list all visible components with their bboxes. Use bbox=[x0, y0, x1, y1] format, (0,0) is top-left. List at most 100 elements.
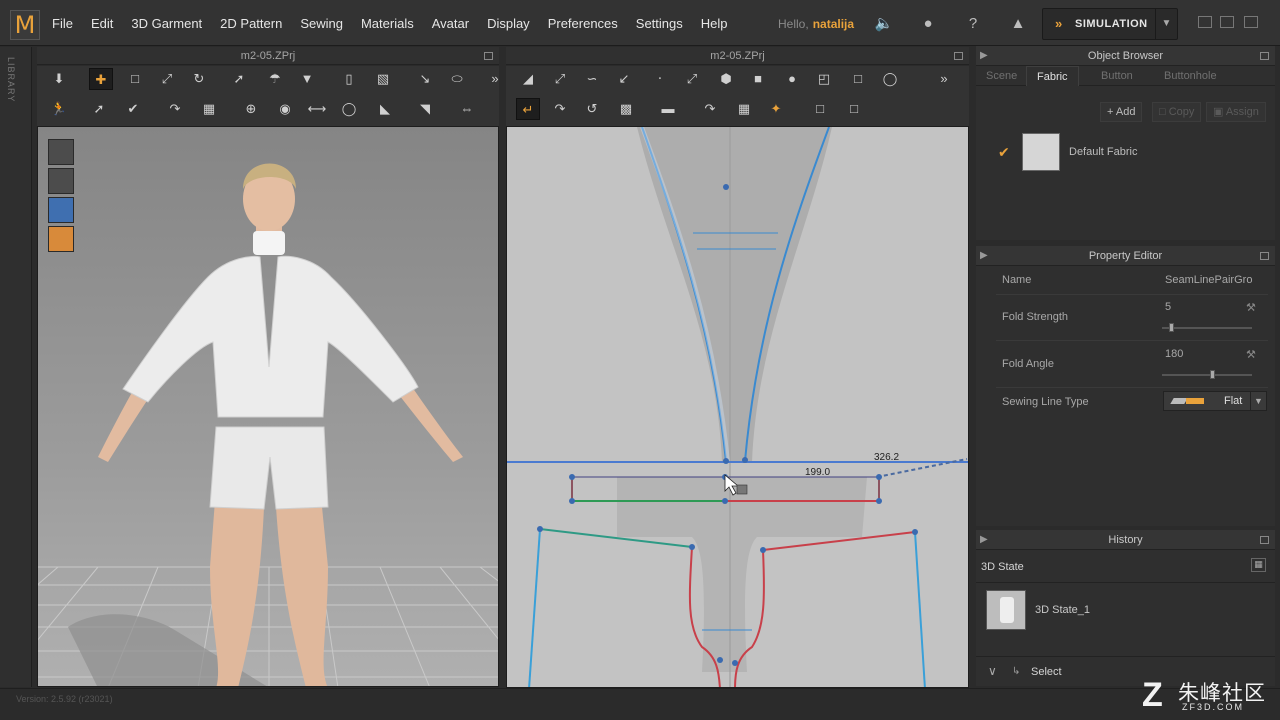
panel-pin-icon[interactable]: ▶ bbox=[980, 46, 988, 66]
user-account-icon[interactable]: ● bbox=[918, 14, 938, 34]
more-tools-icon[interactable]: » bbox=[483, 68, 507, 90]
pin-icon[interactable]: ▼ bbox=[295, 68, 319, 90]
assign-fabric-button[interactable]: ▣ Assign bbox=[1206, 102, 1266, 122]
internal-circle-icon[interactable]: ◯ bbox=[878, 68, 902, 90]
sewing-line-type-select[interactable]: Flat ▼ bbox=[1163, 391, 1267, 411]
fold-angle-slider-handle[interactable] bbox=[1209, 370, 1215, 379]
fold-icon[interactable]: ☂ bbox=[263, 68, 287, 90]
edit-sewing-icon[interactable]: ↺ bbox=[580, 98, 604, 120]
curve-icon[interactable]: ‧ bbox=[648, 68, 672, 90]
zipper-icon[interactable]: ⟷ bbox=[305, 98, 329, 120]
menu-edit[interactable]: Edit bbox=[91, 16, 113, 31]
restore-panel-icon[interactable] bbox=[1260, 252, 1269, 260]
tab-scene[interactable]: Scene bbox=[976, 66, 1027, 86]
fold-strength-slider-handle[interactable] bbox=[1169, 323, 1174, 332]
transform-icon[interactable]: ⤢ bbox=[155, 68, 179, 90]
tape-icon[interactable]: ◣ bbox=[373, 98, 397, 120]
simulation-dropdown-icon[interactable]: ▼ bbox=[1155, 9, 1177, 39]
buttonhole-icon[interactable]: ◯ bbox=[337, 98, 361, 120]
close-window-button[interactable] bbox=[1244, 16, 1258, 28]
history-thumbnail[interactable] bbox=[986, 590, 1026, 630]
add-fabric-button[interactable]: + Add bbox=[1100, 102, 1143, 122]
shirt-icon[interactable]: ▧ bbox=[371, 68, 395, 90]
fabric-name[interactable]: Default Fabric bbox=[1069, 146, 1137, 158]
restore-panel-icon[interactable] bbox=[1260, 536, 1269, 544]
shorts-seam-left-side[interactable] bbox=[528, 528, 541, 688]
zoom-fit-icon[interactable]: □ bbox=[842, 98, 866, 120]
shorts-seam-right-side[interactable] bbox=[914, 531, 926, 688]
viewport-2d[interactable]: 326.2 199.0 bbox=[506, 126, 969, 688]
cut-icon[interactable]: ⤢ bbox=[680, 68, 704, 90]
draw-line-icon[interactable]: ➚ bbox=[227, 68, 251, 90]
maximize-window-button[interactable] bbox=[1220, 16, 1234, 28]
garment-icon[interactable]: ▯ bbox=[337, 68, 361, 90]
viewport-3d-scene[interactable] bbox=[38, 127, 499, 687]
tack-icon[interactable]: ↘ bbox=[413, 68, 437, 90]
user-name[interactable]: natalija bbox=[813, 17, 854, 31]
add-point-icon[interactable]: ⊕ bbox=[239, 98, 263, 120]
avatar-skin-icon[interactable] bbox=[48, 226, 74, 252]
tab-buttonhole[interactable]: Buttonhole bbox=[1154, 66, 1227, 86]
loop-icon[interactable]: ⬭ bbox=[445, 68, 469, 90]
edit-curve-icon[interactable]: ➚ bbox=[87, 98, 111, 120]
edit-point-icon[interactable]: ⤢ bbox=[548, 68, 572, 90]
menu-materials[interactable]: Materials bbox=[361, 16, 414, 31]
add-curve-point-icon[interactable]: ↙ bbox=[612, 68, 636, 90]
panel-pin-icon[interactable]: ▶ bbox=[980, 246, 988, 266]
pattern-canvas[interactable]: 326.2 199.0 bbox=[507, 127, 969, 688]
free-sewing-icon[interactable]: ↷ bbox=[548, 98, 572, 120]
rotate-icon[interactable]: ↻ bbox=[187, 68, 211, 90]
minimize-window-button[interactable] bbox=[1198, 16, 1212, 28]
circle-icon[interactable]: ● bbox=[780, 68, 804, 90]
internal-rectangle-icon[interactable]: □ bbox=[846, 68, 870, 90]
menu-avatar[interactable]: Avatar bbox=[432, 16, 469, 31]
menu-file[interactable]: File bbox=[52, 16, 73, 31]
fold-strength-value[interactable]: 5 bbox=[1165, 301, 1171, 313]
tape-2d-icon[interactable]: ▬ bbox=[656, 98, 680, 120]
pin-2d-icon[interactable]: ✦ bbox=[764, 98, 788, 120]
menu-2d-pattern[interactable]: 2D Pattern bbox=[220, 16, 282, 31]
name-value[interactable]: SeamLinePairGro bbox=[1165, 274, 1252, 286]
menu-help[interactable]: Help bbox=[701, 16, 728, 31]
align-icon[interactable]: ⇔ bbox=[455, 98, 479, 120]
rectangle-icon[interactable]: ■ bbox=[746, 68, 770, 90]
collapse-chevron-icon[interactable]: ∨ bbox=[988, 664, 997, 678]
help-icon[interactable]: ? bbox=[963, 14, 983, 34]
restore-window-icon[interactable] bbox=[484, 52, 493, 60]
polygon-icon[interactable]: ⬢ bbox=[714, 68, 738, 90]
garment-settings-icon[interactable]: ▲ bbox=[1008, 14, 1028, 34]
box-select-icon[interactable]: □ bbox=[123, 68, 147, 90]
select-move-icon[interactable]: ✚ bbox=[89, 68, 113, 90]
menu-sewing[interactable]: Sewing bbox=[300, 16, 343, 31]
zoom-select-icon[interactable]: □ bbox=[808, 98, 832, 120]
check-tool-icon[interactable]: ✔ bbox=[121, 98, 145, 120]
fold-angle-slider[interactable] bbox=[1162, 374, 1252, 376]
show-garment-icon[interactable] bbox=[48, 139, 74, 165]
menu-3d-garment[interactable]: 3D Garment bbox=[131, 16, 202, 31]
fold-angle-value[interactable]: 180 bbox=[1165, 348, 1183, 360]
fold-angle-wrench-icon[interactable]: ⚒ bbox=[1246, 348, 1256, 361]
tab-button[interactable]: Button bbox=[1091, 66, 1143, 86]
restore-panel-icon[interactable] bbox=[1260, 52, 1269, 60]
fold-arrange-icon[interactable]: ◥ bbox=[413, 98, 437, 120]
sew-line-icon[interactable]: ↷ bbox=[698, 98, 722, 120]
speaker-icon[interactable]: 🔈 bbox=[874, 14, 894, 34]
menu-preferences[interactable]: Preferences bbox=[548, 16, 618, 31]
avatar[interactable] bbox=[98, 163, 463, 688]
fold-strength-slider[interactable] bbox=[1162, 327, 1252, 329]
menu-display[interactable]: Display bbox=[487, 16, 530, 31]
fold-strength-wrench-icon[interactable]: ⚒ bbox=[1246, 301, 1256, 314]
library-strip[interactable]: LIBRARY bbox=[0, 47, 32, 687]
tab-fabric[interactable]: Fabric bbox=[1026, 66, 1079, 86]
viewport-3d[interactable] bbox=[37, 126, 499, 687]
dropdown-chevron-icon[interactable]: ▼ bbox=[1250, 392, 1266, 410]
fabric-pattern-icon[interactable]: ▦ bbox=[197, 98, 221, 120]
sew-3d-icon[interactable]: ↷ bbox=[163, 98, 187, 120]
select-label[interactable]: Select bbox=[1031, 666, 1062, 678]
show-avatar-icon[interactable] bbox=[48, 168, 74, 194]
transform-pattern-icon[interactable]: ◢ bbox=[516, 68, 540, 90]
button-tool-icon[interactable]: ◉ bbox=[273, 98, 297, 120]
check-sewing-icon[interactable]: ▩ bbox=[614, 98, 638, 120]
fabric-thumbnail[interactable] bbox=[1022, 133, 1060, 171]
delete-history-icon[interactable]: ▦ bbox=[1251, 558, 1266, 572]
